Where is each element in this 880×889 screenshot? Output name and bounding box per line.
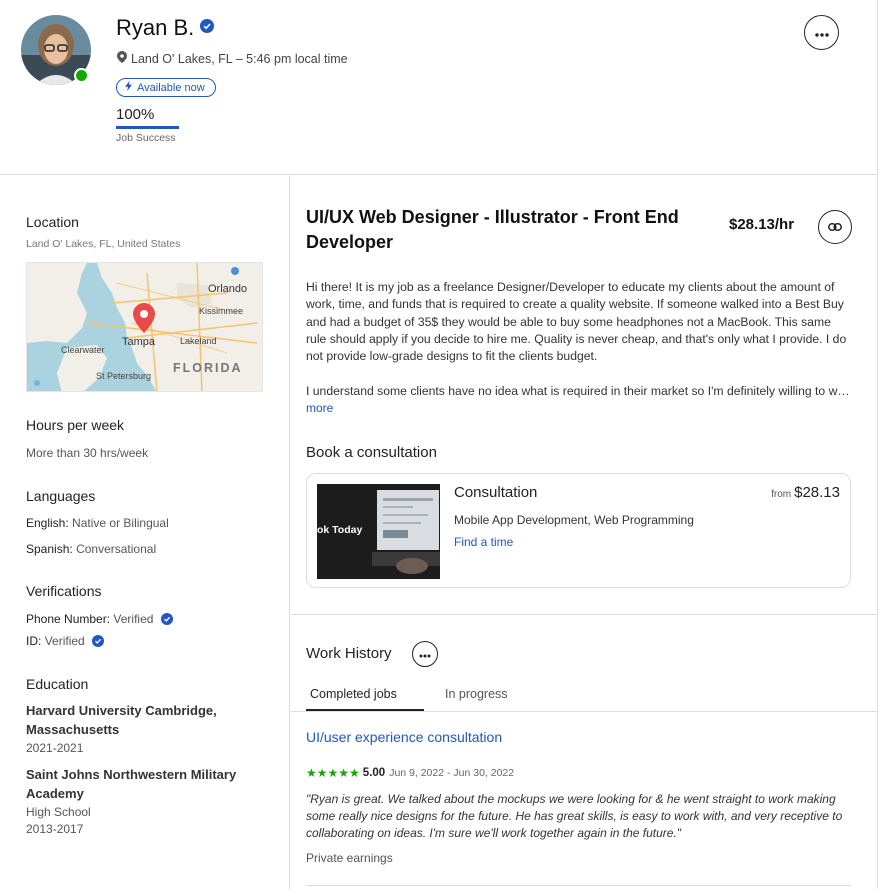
description-more-link[interactable]: more: [306, 401, 333, 415]
profile-name: Ryan B.: [116, 15, 195, 40]
education-school: Saint Johns Northwestern Military Academ…: [26, 767, 237, 801]
language-item: Spanish: Conversational: [26, 542, 157, 556]
education-years: 2013-2017: [26, 822, 84, 836]
verified-badge-icon: [200, 18, 215, 38]
job-divider: [306, 885, 851, 886]
map-label-st-petersburg: St Petersburg: [96, 371, 152, 381]
ellipsis-icon: [814, 24, 829, 42]
map-label-tampa: Tampa: [122, 336, 156, 348]
job-success-bar: [116, 126, 179, 129]
verification-name: ID: [26, 634, 38, 648]
client-review: "Ryan is great. We talked about the mock…: [306, 792, 843, 840]
profile-description: Hi there! It is my job as a freelance De…: [306, 280, 847, 364]
job-rating: ★★★★★ 5.00 Jun 9, 2022 - Jun 30, 2022: [306, 766, 514, 780]
verification-status: Verified: [113, 612, 154, 626]
copy-link-button[interactable]: [818, 210, 852, 244]
consultation-skills: Mobile App Development, Web Programming: [454, 513, 694, 527]
work-history-options-button[interactable]: [412, 641, 438, 667]
consultation-price: from $28.13: [771, 484, 840, 501]
map-label-clearwater: Clearwater: [61, 345, 105, 355]
education-heading: Education: [26, 676, 89, 692]
education-degree: High School: [26, 805, 91, 819]
profile-title: UI/UX Web Designer - Illustrator - Front…: [306, 207, 679, 252]
lightning-icon: [125, 81, 137, 94]
hours-heading: Hours per week: [26, 417, 125, 433]
location-value: Land O' Lakes, FL, United States: [26, 238, 181, 250]
find-a-time-link[interactable]: Find a time: [454, 535, 513, 549]
language-item: English: Native or Bilingual: [26, 516, 169, 530]
tabs-divider: [291, 711, 878, 712]
job-title-link[interactable]: UI/user experience consultation: [306, 729, 502, 745]
availability-text: Available now: [137, 81, 205, 94]
location-map[interactable]: Orlando Kissimmee Tampa Lakeland Clearwa…: [26, 262, 263, 392]
location-time-text: Land O' Lakes, FL – 5:46 pm local time: [131, 51, 348, 66]
section-divider: [291, 614, 878, 615]
hours-value: More than 30 hrs/week: [26, 446, 149, 460]
map-label-lakeland: Lakeland: [180, 336, 217, 346]
availability-badge[interactable]: Available now: [116, 78, 216, 97]
location-heading: Location: [26, 214, 79, 230]
online-status-indicator: [74, 68, 89, 83]
link-icon: [828, 218, 842, 236]
location-time: Land O' Lakes, FL – 5:46 pm local time: [117, 51, 348, 66]
tab-in-progress[interactable]: In progress: [445, 687, 508, 701]
consultation-thumbnail-text: ok Today: [317, 524, 363, 536]
consultation-thumbnail: ok Today: [317, 484, 440, 579]
language-level: Native or Bilingual: [72, 516, 169, 530]
book-consultation-heading: Book a consultation: [306, 444, 437, 461]
consultation-card[interactable]: ok Today Consultation from $28.13 Mobile …: [306, 473, 851, 588]
job-earnings: Private earnings: [306, 851, 393, 865]
work-history-heading: Work History: [306, 645, 392, 662]
profile-header: Ryan B. Land O' Lakes, FL – 5:46 pm loca…: [0, 0, 878, 175]
star-rating-icon: ★★★★★: [306, 766, 360, 780]
tab-completed-jobs[interactable]: Completed jobs: [310, 687, 397, 701]
languages-heading: Languages: [26, 488, 96, 504]
more-options-button[interactable]: [804, 15, 839, 50]
verification-item: Phone Number: Verified: [26, 612, 173, 628]
map-marker-icon: [133, 303, 155, 333]
profile-main: UI/UX Web Designer - Illustrator - Front…: [291, 175, 878, 889]
profile-sidebar: Location Land O' Lakes, FL, United State…: [0, 175, 290, 889]
job-dates: Jun 9, 2022 - Jun 30, 2022: [389, 767, 515, 779]
education-years: 2021-2021: [26, 741, 84, 755]
map-label-orlando: Orlando: [208, 283, 248, 295]
job-success-value: 100%: [116, 106, 155, 123]
map-label-kissimmee: Kissimmee: [199, 306, 244, 316]
map-label-florida: FLORIDA: [173, 361, 243, 375]
language-level: Conversational: [76, 542, 157, 556]
name-row: Ryan B.: [116, 15, 215, 41]
rating-score: 5.00: [362, 767, 386, 779]
language-name: Spanish: [26, 542, 70, 556]
education-school: Harvard University Cambridge, Massachuse…: [26, 703, 217, 737]
language-name: English: [26, 516, 66, 530]
hourly-rate: $28.13/hr: [729, 216, 795, 233]
verification-status: Verified: [44, 634, 85, 648]
profile-description-continued: I understand some clients have no idea w…: [306, 384, 851, 398]
verified-badge-icon: [160, 613, 173, 628]
verifications-heading: Verifications: [26, 583, 102, 599]
consultation-price-value: $28.13: [794, 484, 840, 501]
verification-name: Phone Number: [26, 612, 107, 626]
verification-item: ID: Verified: [26, 634, 105, 650]
ellipsis-icon: [419, 645, 431, 663]
job-success-label: Job Success: [116, 132, 176, 144]
consultation-price-prefix: from: [771, 489, 792, 500]
verified-badge-icon: [92, 635, 105, 650]
consultation-name: Consultation: [454, 484, 538, 501]
map-pin-icon: [117, 51, 131, 66]
